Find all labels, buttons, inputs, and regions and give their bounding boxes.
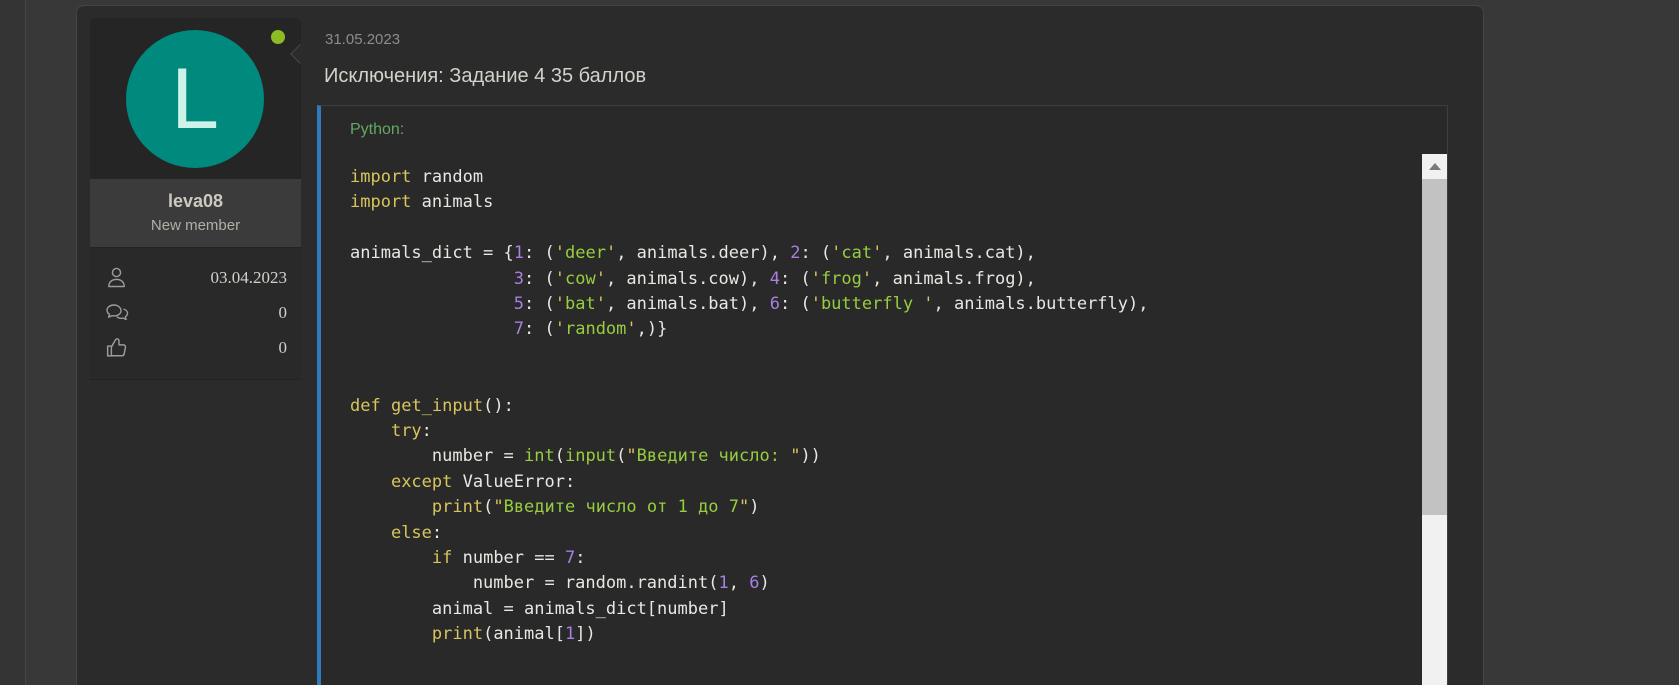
code-line: 5: ('bat', animals.bat), 6: ('butterfly …: [350, 292, 1422, 317]
code-line: print(animal[1]): [350, 622, 1422, 647]
code-line: 3: ('cow', animals.cow), 4: ('frog', ani…: [350, 267, 1422, 292]
avatar[interactable]: L: [126, 30, 264, 168]
code-block: Python: import randomimport animals anima…: [317, 105, 1448, 685]
forum-page: L leva08 New member 03.04.2023: [0, 0, 1679, 685]
code-line: animal = animals_dict[number]: [350, 597, 1422, 622]
post-title: Исключения: Задание 4 35 баллов: [324, 65, 646, 88]
code-line: import animals: [350, 190, 1422, 215]
avatar-letter: L: [171, 56, 219, 142]
stat-row-joined: 03.04.2023: [104, 260, 287, 295]
stat-row-reactions: 0: [104, 330, 287, 365]
forum-post-card: L leva08 New member 03.04.2023: [76, 5, 1484, 685]
code-language-label: Python:: [350, 121, 404, 139]
code-lines: import randomimport animals animals_dict …: [321, 154, 1422, 648]
code-line: except ValueError:: [350, 470, 1422, 495]
user-stats-panel: 03.04.2023 0 0: [90, 247, 301, 380]
code-line: print("Введите число от 1 до 7"): [350, 495, 1422, 520]
code-line: [350, 216, 1422, 241]
code-line: [350, 368, 1422, 393]
username-strip: leva08 New member: [90, 179, 301, 247]
messages-count: 0: [279, 303, 288, 323]
code-line: import random: [350, 165, 1422, 190]
code-line: animals_dict = {1: ('deer', animals.deer…: [350, 241, 1422, 266]
stat-row-messages: 0: [104, 295, 287, 330]
code-line: [350, 343, 1422, 368]
scrollbar-thumb[interactable]: [1422, 179, 1447, 515]
thumbs-up-icon: [104, 335, 129, 360]
online-indicator-icon: [271, 30, 285, 44]
user-icon: [104, 265, 129, 290]
code-line: if number == 7:: [350, 546, 1422, 571]
joined-date: 03.04.2023: [211, 268, 288, 288]
user-cell: L leva08 New member 03.04.2023: [90, 18, 301, 380]
code-line: def get_input():: [350, 394, 1422, 419]
post-date[interactable]: 31.05.2023: [325, 31, 400, 48]
reactions-count: 0: [279, 338, 288, 358]
code-line: number = int(input("Введите число: ")): [350, 444, 1422, 469]
scroll-up-icon: [1429, 163, 1441, 170]
user-role: New member: [96, 217, 295, 234]
username-link[interactable]: leva08: [96, 191, 295, 212]
code-scroll-area[interactable]: import randomimport animals animals_dict …: [321, 154, 1422, 685]
code-line: try:: [350, 419, 1422, 444]
code-line: number = random.randint(1, 6): [350, 571, 1422, 596]
scrollbar-up-button[interactable]: [1422, 154, 1447, 179]
scrollbar-track[interactable]: [1422, 154, 1447, 685]
messages-icon: [104, 300, 130, 325]
code-block-header: Python:: [321, 106, 1447, 154]
avatar-panel: L: [90, 18, 301, 179]
code-line: else:: [350, 521, 1422, 546]
code-line: 7: ('random',)}: [350, 317, 1422, 342]
page-container: L leva08 New member 03.04.2023: [25, 0, 1679, 685]
